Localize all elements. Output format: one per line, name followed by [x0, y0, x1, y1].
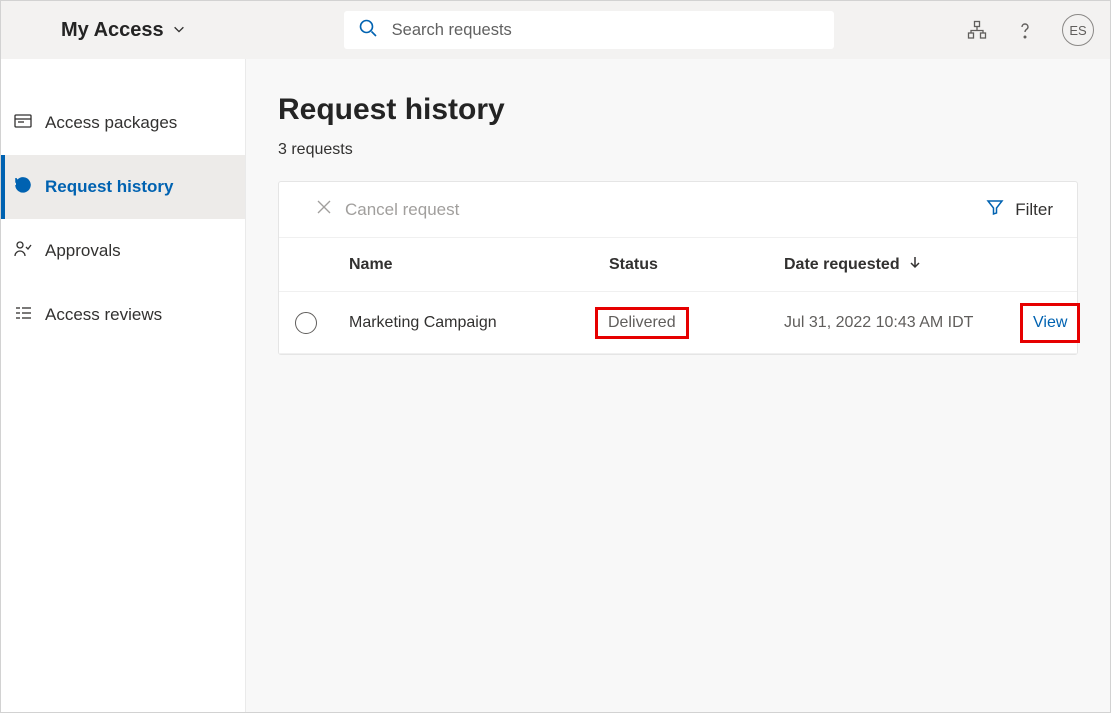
close-icon: [315, 198, 333, 221]
panel-toolbar: Cancel request Filter: [279, 182, 1077, 238]
header-actions: ES: [966, 14, 1094, 46]
arrow-down-icon: [908, 255, 922, 274]
row-date: Jul 31, 2022 10:43 AM IDT: [784, 314, 1034, 332]
sidebar-item-label: Access reviews: [45, 305, 162, 325]
reviews-icon: [13, 303, 33, 328]
search-input[interactable]: [392, 21, 820, 40]
sidebar: Access packages Request history Approval…: [1, 59, 246, 712]
request-count: 3 requests: [278, 141, 1078, 159]
avatar[interactable]: ES: [1062, 14, 1094, 46]
approvals-icon: [13, 239, 33, 264]
page-title: Request history: [278, 93, 1078, 127]
chevron-down-icon: [172, 19, 186, 42]
requests-panel: Cancel request Filter Name Status Date r…: [278, 181, 1078, 355]
col-date-label: Date requested: [784, 256, 900, 274]
app-title-text: My Access: [61, 19, 164, 42]
search-icon: [358, 18, 378, 43]
row-status: Delivered: [595, 307, 689, 339]
search-box[interactable]: [344, 11, 834, 49]
filter-icon: [985, 197, 1005, 222]
history-icon: [13, 175, 33, 200]
col-date-requested[interactable]: Date requested: [784, 255, 1034, 274]
table-row: Marketing Campaign Delivered Jul 31, 202…: [279, 292, 1077, 354]
main: Access packages Request history Approval…: [1, 59, 1110, 712]
app-title-dropdown[interactable]: My Access: [61, 19, 186, 42]
col-status[interactable]: Status: [609, 256, 784, 274]
filter-button[interactable]: Filter: [985, 197, 1053, 222]
table-header: Name Status Date requested: [279, 238, 1077, 292]
row-action-cell: View: [1034, 303, 1080, 343]
sidebar-item-approvals[interactable]: Approvals: [1, 219, 245, 283]
cancel-label: Cancel request: [345, 200, 459, 220]
sidebar-item-label: Request history: [45, 177, 173, 197]
row-status-cell: Delivered: [609, 307, 784, 339]
requests-table: Name Status Date requested Marketing Cam…: [279, 238, 1077, 354]
sitemap-icon[interactable]: [966, 19, 988, 41]
help-icon[interactable]: [1014, 19, 1036, 41]
sidebar-item-request-history[interactable]: Request history: [1, 155, 245, 219]
cancel-request-button[interactable]: Cancel request: [315, 198, 459, 221]
sidebar-item-access-reviews[interactable]: Access reviews: [1, 283, 245, 347]
content: Request history 3 requests Cancel reques…: [246, 59, 1110, 712]
sidebar-item-label: Approvals: [45, 241, 121, 261]
avatar-initials: ES: [1069, 23, 1086, 38]
row-select[interactable]: [295, 312, 317, 334]
package-icon: [13, 111, 33, 136]
row-name: Marketing Campaign: [349, 314, 609, 332]
filter-label: Filter: [1015, 200, 1053, 220]
header-bar: My Access ES: [1, 1, 1110, 59]
col-name[interactable]: Name: [349, 256, 609, 274]
sidebar-item-access-packages[interactable]: Access packages: [1, 91, 245, 155]
view-link[interactable]: View: [1033, 314, 1067, 331]
sidebar-item-label: Access packages: [45, 113, 177, 133]
